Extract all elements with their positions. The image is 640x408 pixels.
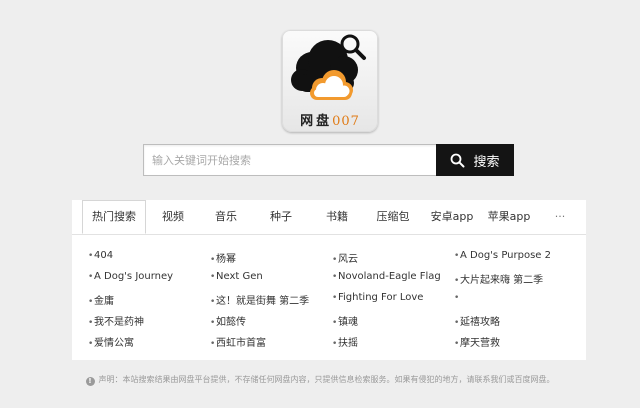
tab-android-app[interactable]: 安卓app (424, 200, 480, 234)
tab-music[interactable]: 音乐 (203, 200, 249, 234)
hot-search-item[interactable]: •杨幂 (210, 250, 236, 265)
tab-ios-app[interactable]: 苹果app (482, 200, 536, 234)
site-logo[interactable]: 网盘007 (282, 30, 378, 132)
disclaimer: ! 声明：本站搜索结果由网盘平台提供，不存储任何网盘内容，只提供信息检索服务。如果… (0, 374, 640, 386)
tab-archives[interactable]: 压缩包 (368, 200, 418, 234)
search-button[interactable]: 搜索 (436, 144, 514, 176)
tab-more[interactable]: ··· (548, 200, 572, 234)
hot-search-item[interactable]: •大片起来嗨 第二季 (454, 271, 543, 286)
category-tabs: 热门搜索 视频 音乐 种子 书籍 压缩包 安卓app 苹果app ··· (72, 200, 586, 235)
cloud-magnifier-logo-icon (291, 34, 366, 100)
info-icon: ! (85, 377, 95, 386)
disclaimer-text: 声明：本站搜索结果由网盘平台提供，不存储任何网盘内容，只提供信息检索服务。如果有… (98, 375, 555, 384)
hot-search-item[interactable]: •镇魂 (332, 313, 358, 328)
hot-search-item[interactable]: •摩天营救 (454, 334, 500, 349)
tab-torrent[interactable]: 种子 (258, 200, 304, 234)
hot-search-item[interactable]: • (454, 292, 460, 303)
hot-search-panel: 热门搜索 视频 音乐 种子 书籍 压缩包 安卓app 苹果app ··· •40… (72, 200, 586, 360)
hot-search-item[interactable]: •404 (88, 250, 113, 261)
hot-search-item[interactable]: •扶摇 (332, 334, 358, 349)
hot-search-item[interactable]: •金庸 (88, 292, 114, 307)
hot-search-item[interactable]: •Fighting For Love (332, 292, 423, 303)
brand-text: 网盘 (300, 114, 333, 129)
hot-search-item[interactable]: •爱情公寓 (88, 334, 134, 349)
hot-search-item[interactable]: •这！就是街舞 第二季 (210, 292, 309, 307)
hot-search-item[interactable]: •延禧攻略 (454, 313, 500, 328)
tab-hot-searches[interactable]: 热门搜索 (82, 200, 146, 234)
hot-search-item[interactable]: •A Dog's Purpose 2 (454, 250, 551, 261)
search-button-label: 搜索 (473, 154, 500, 170)
search-icon (451, 153, 465, 167)
tab-video[interactable]: 视频 (150, 200, 196, 234)
search-input[interactable] (143, 144, 442, 176)
hot-search-item[interactable]: •Novoland-Eagle Flag (332, 271, 441, 282)
hot-search-item[interactable]: •Next Gen (210, 271, 263, 282)
brand-number: 007 (332, 114, 360, 129)
hot-search-item[interactable]: •风云 (332, 250, 358, 265)
hot-search-item[interactable]: •我不是药神 (88, 313, 144, 328)
tab-books[interactable]: 书籍 (314, 200, 360, 234)
brand-name: 网盘007 (282, 110, 378, 129)
hot-search-item[interactable]: •西虹市首富 (210, 334, 266, 349)
hot-search-item[interactable]: •A Dog's Journey (88, 271, 173, 282)
hot-search-item[interactable]: •如懿传 (210, 313, 246, 328)
